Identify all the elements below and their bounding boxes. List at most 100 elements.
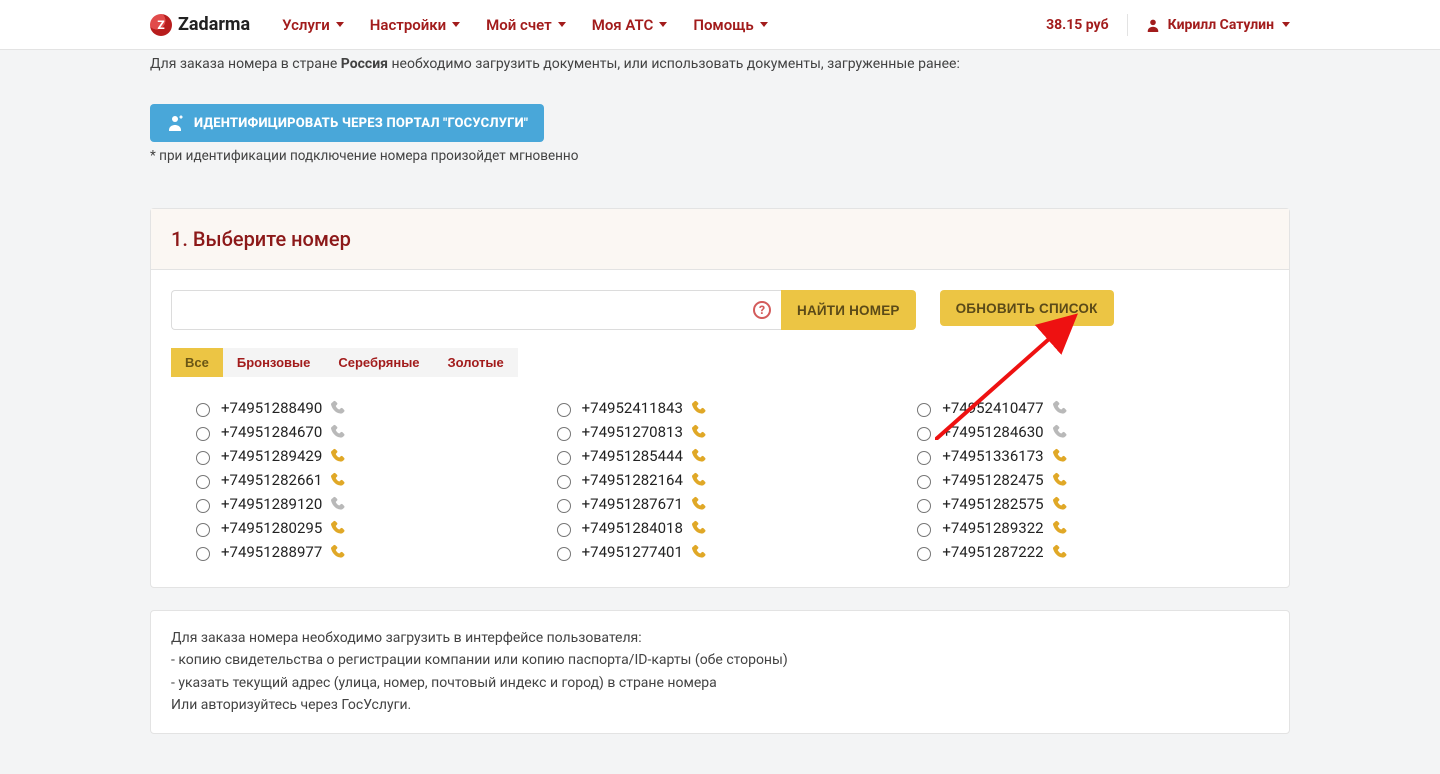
number-radio[interactable] [196,427,210,441]
nav-item-Настройки[interactable]: Настройки [370,16,460,34]
number-option[interactable]: +74951288977 [191,543,528,561]
number-option[interactable]: +74951287671 [552,495,889,513]
number-radio[interactable] [917,451,931,465]
number-option[interactable]: +74952410477 [912,399,1249,417]
number-search-input[interactable] [171,290,781,330]
phone-icon [691,448,707,464]
number-radio[interactable] [917,427,931,441]
number-text: +74951287222 [942,543,1043,561]
number-text: +74951289429 [221,447,322,465]
intro-text: Для заказа номера в стране Россия необхо… [150,56,1290,72]
number-text: +74952410477 [942,399,1043,417]
number-radio[interactable] [196,475,210,489]
number-option[interactable]: +74951287222 [912,543,1249,561]
number-option[interactable]: +74951282164 [552,471,889,489]
number-option[interactable]: +74951284670 [191,423,528,441]
number-radio[interactable] [917,475,931,489]
phone-icon [330,400,346,416]
number-option[interactable]: +74951284630 [912,423,1249,441]
number-text: +74951336173 [942,447,1043,465]
number-option[interactable]: +74951280295 [191,519,528,537]
phone-icon [691,424,707,440]
number-radio[interactable] [917,547,931,561]
req-line-4: Или авторизуйтесь через ГосУслуги. [171,694,1269,716]
chevron-down-icon [760,22,768,27]
number-radio[interactable] [557,403,571,417]
filter-Серебряные[interactable]: Серебряные [324,348,433,377]
phone-icon [330,496,346,512]
nav-item-Помощь[interactable]: Помощь [693,16,767,34]
logo[interactable]: Zadarma [150,14,250,36]
number-option[interactable]: +74951289429 [191,447,528,465]
number-text: +74951270813 [582,423,683,441]
number-option[interactable]: +74951336173 [912,447,1249,465]
gosuslugi-button-label: ИДЕНТИФИЦИРОВАТЬ ЧЕРЕЗ ПОРТАЛ "ГОСУСЛУГИ… [194,116,528,131]
number-radio[interactable] [196,403,210,417]
number-option[interactable]: +74951277401 [552,543,889,561]
number-radio[interactable] [557,547,571,561]
filter-Бронзовые[interactable]: Бронзовые [223,348,324,377]
number-radio[interactable] [196,547,210,561]
number-option[interactable]: +74951282575 [912,495,1249,513]
search-button[interactable]: НАЙТИ НОМЕР [781,290,916,330]
chevron-down-icon [336,22,344,27]
number-option[interactable]: +74951284018 [552,519,889,537]
number-option[interactable]: +74951282475 [912,471,1249,489]
user-menu[interactable]: Кирилл Сатулин [1146,17,1290,33]
number-option[interactable]: +74951289322 [912,519,1249,537]
panel-title: 1. Выберите номер [151,209,1289,270]
gosuslugi-button[interactable]: ИДЕНТИФИЦИРОВАТЬ ЧЕРЕЗ ПОРТАЛ "ГОСУСЛУГИ… [150,104,544,142]
select-number-panel: 1. Выберите номер НАЙТИ НОМЕР ? ОБНОВИТЬ… [150,208,1290,588]
number-option[interactable]: +74952411843 [552,399,889,417]
refresh-list-button[interactable]: ОБНОВИТЬ СПИСОК [940,290,1114,326]
nav-item-label: Моя АТС [592,16,654,34]
chevron-down-icon [452,22,460,27]
nav-item-Мой счет[interactable]: Мой счет [486,16,566,34]
number-text: +74951284630 [942,423,1043,441]
nav-item-label: Помощь [693,16,753,34]
number-radio[interactable] [557,427,571,441]
number-radio[interactable] [557,523,571,537]
number-option[interactable]: +74951285444 [552,447,889,465]
req-line-3: - указать текущий адрес (улица, номер, п… [171,672,1269,694]
user-name: Кирилл Сатулин [1168,17,1274,33]
nav-item-label: Мой счет [486,16,552,34]
chevron-down-icon [1282,22,1290,27]
number-option[interactable]: +74951288490 [191,399,528,417]
number-option[interactable]: +74951289120 [191,495,528,513]
requirements-panel: Для заказа номера необходимо загрузить в… [150,610,1290,734]
search-row: НАЙТИ НОМЕР ? ОБНОВИТЬ СПИСОК [171,290,1269,330]
phone-icon [1052,472,1068,488]
number-text: +74951284018 [582,519,683,537]
number-radio[interactable] [917,403,931,417]
number-radio[interactable] [557,475,571,489]
nav-item-Моя АТС[interactable]: Моя АТС [592,16,668,34]
nav-item-Услуги[interactable]: Услуги [282,16,344,34]
filter-Золотые[interactable]: Золотые [434,348,518,377]
user-icon [1146,18,1160,32]
number-radio[interactable] [196,523,210,537]
nav-divider [1127,14,1128,36]
help-icon[interactable]: ? [753,301,771,319]
number-text: +74951282575 [942,495,1043,513]
filter-Все[interactable]: Все [171,348,223,377]
chevron-down-icon [558,22,566,27]
number-radio[interactable] [557,499,571,513]
number-option[interactable]: +74951270813 [552,423,889,441]
number-grid: +74951288490 +74952411843 +74952410477 +749… [171,399,1269,567]
number-text: +74951288490 [221,399,322,417]
number-radio[interactable] [917,499,931,513]
balance[interactable]: 38.15 руб [1046,17,1109,33]
number-text: +74951287671 [582,495,683,513]
number-radio[interactable] [196,499,210,513]
tier-filter-tabs: ВсеБронзовыеСеребряныеЗолотые [171,348,1269,377]
phone-icon [330,472,346,488]
top-navbar: Zadarma Услуги Настройки Мой счет Моя АТС По… [0,0,1440,50]
number-text: +74951284670 [221,423,322,441]
number-radio[interactable] [196,451,210,465]
number-radio[interactable] [917,523,931,537]
phone-icon [691,496,707,512]
phone-icon [691,472,707,488]
number-option[interactable]: +74951282661 [191,471,528,489]
number-radio[interactable] [557,451,571,465]
